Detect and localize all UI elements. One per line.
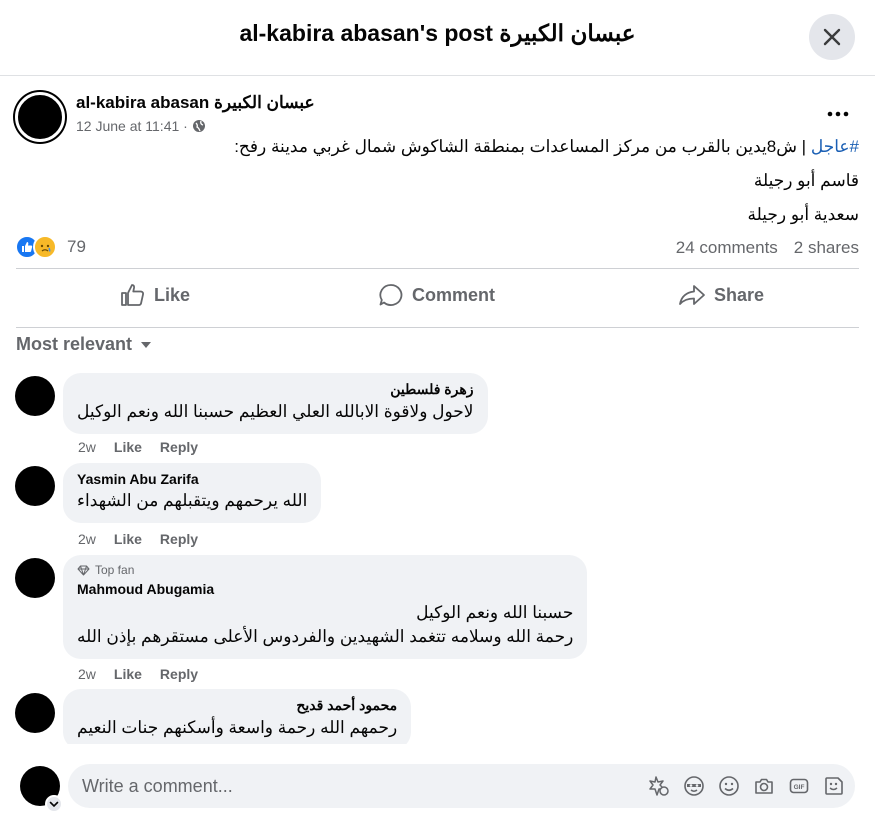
diamond-icon xyxy=(77,565,90,575)
like-button-label: Like xyxy=(154,284,191,305)
comment-button[interactable]: Comment xyxy=(378,280,495,310)
sad-reaction-icon xyxy=(33,235,57,259)
hashtag-link[interactable]: #عاجل xyxy=(811,137,859,156)
comment-sort-dropdown[interactable]: Most relevant xyxy=(16,334,152,355)
divider xyxy=(16,268,859,269)
comment-text: لاحول ولاقوة الابالله العلي العظيم حسبنا… xyxy=(77,402,474,421)
post-author-name[interactable]: al-kabira abasan عبسان الكبيرة xyxy=(76,93,315,113)
more-options-icon xyxy=(827,111,849,117)
comment-like-button[interactable]: Like xyxy=(114,531,142,547)
camera-icon xyxy=(754,778,773,794)
comment-text: الله يرحمهم ويتقبلهم من الشهداء xyxy=(77,491,308,510)
comment-like-button[interactable]: Like xyxy=(114,439,142,455)
chevron-down-icon xyxy=(49,801,59,807)
avatar-face-icon xyxy=(683,775,704,796)
comment-actions: 2w Like Reply xyxy=(78,439,198,455)
caret-down-icon xyxy=(141,341,152,348)
commenter-avatar[interactable] xyxy=(15,558,55,598)
post-name-line: قاسم أبو رجيلة xyxy=(753,171,859,190)
like-button[interactable]: Like xyxy=(120,280,190,310)
top-fan-badge: Top fan xyxy=(77,563,573,577)
dialog-title: al-kabira abasan's post عبسان الكبيرة xyxy=(239,20,636,46)
post-headline-text: | ش8يدين بالقرب من مركز المساعدات بمنطقة… xyxy=(234,137,811,156)
avatar-button[interactable] xyxy=(682,774,705,797)
dialog-header: al-kabira abasan's post عبسان الكبيرة xyxy=(0,0,875,76)
comment-author[interactable]: محمود أحمد قديح xyxy=(77,697,397,714)
globe-icon xyxy=(192,120,205,132)
comment-time[interactable]: 2w xyxy=(78,439,96,455)
emoji-icon xyxy=(718,775,739,796)
comment-composer: GIF xyxy=(68,764,855,808)
comment-bubble-icon xyxy=(379,284,403,306)
comment-bubble: زهرة فلسطين لاحول ولاقوة الابالله العلي … xyxy=(63,373,488,434)
profile-switch-button[interactable] xyxy=(45,795,63,813)
commenter-avatar[interactable] xyxy=(15,466,55,506)
share-arrow-icon xyxy=(679,285,705,305)
sort-label: Most relevant xyxy=(16,334,133,354)
comment-actions: 2w Like Reply xyxy=(78,666,198,682)
post-options-button[interactable] xyxy=(824,100,852,128)
comment-time[interactable]: 2w xyxy=(78,666,96,682)
commenter-avatar[interactable] xyxy=(15,376,55,416)
reaction-count: 79 xyxy=(67,237,86,256)
thumbs-up-icon xyxy=(121,284,144,306)
comment-like-button[interactable]: Like xyxy=(114,666,142,682)
emoji-button[interactable] xyxy=(717,774,740,797)
share-button-label: Share xyxy=(714,284,765,305)
comment-reply-button[interactable]: Reply xyxy=(160,666,198,682)
comment-bubble: محمود أحمد قديح رحمهم الله رحمة واسعة وأ… xyxy=(63,689,412,744)
post-stats: 24 comments 2 shares xyxy=(676,238,859,258)
post-meta: 12 June at 11:41 · xyxy=(76,118,206,134)
close-button[interactable] xyxy=(809,14,855,60)
post-timestamp[interactable]: 12 June at 11:41 · xyxy=(76,118,188,134)
comment-input[interactable] xyxy=(82,764,622,808)
camera-button[interactable] xyxy=(752,774,775,797)
shares-count-link[interactable]: 2 shares xyxy=(794,238,859,258)
post-headline: #عاجل | ش8يدين بالقرب من مركز المساعدات … xyxy=(234,137,859,157)
comments-count-link[interactable]: 24 comments xyxy=(676,238,778,258)
avatar-sticker-icon xyxy=(648,775,669,796)
top-fan-label: Top fan xyxy=(95,563,135,577)
comment-author[interactable]: Yasmin Abu Zarifa xyxy=(77,471,307,487)
sticker-icon xyxy=(824,776,843,795)
comment-reply-button[interactable]: Reply xyxy=(160,439,198,455)
comment-text: رحمة الله وسلامه تتغمد الشهيدين والفردوس… xyxy=(77,627,574,646)
comment-reply-button[interactable]: Reply xyxy=(160,531,198,547)
svg-text:GIF: GIF xyxy=(793,784,804,791)
comment-author[interactable]: Mahmoud Abugamia xyxy=(77,581,573,597)
avatar-sticker-button[interactable] xyxy=(647,774,670,797)
post-author-avatar[interactable] xyxy=(15,92,65,142)
comment-author[interactable]: زهرة فلسطين xyxy=(77,381,473,398)
comment-bubble: Yasmin Abu Zarifa الله يرحمهم ويتقبلهم م… xyxy=(63,463,322,523)
comment-text: رحمهم الله رحمة واسعة وأسكنهم جنات النعي… xyxy=(77,718,398,737)
comment-clip: محمود أحمد قديح رحمهم الله رحمة واسعة وأ… xyxy=(0,688,875,744)
gif-button[interactable]: GIF xyxy=(787,774,810,797)
comment-text: حسبنا الله ونعم الوكيل xyxy=(416,603,574,622)
sticker-button[interactable] xyxy=(822,774,845,797)
share-button[interactable]: Share xyxy=(678,280,764,310)
post-name-line: سعدية أبو رجيلة xyxy=(747,205,860,224)
close-icon xyxy=(823,28,841,46)
comment-time[interactable]: 2w xyxy=(78,531,96,547)
comment-actions: 2w Like Reply xyxy=(78,531,198,547)
comment-bubble: Top fan Mahmoud Abugamia حسبنا الله ونعم… xyxy=(63,555,588,659)
reactions-summary[interactable]: 79 xyxy=(15,235,86,259)
gif-icon: GIF xyxy=(789,778,808,793)
composer-tools: GIF xyxy=(647,774,845,797)
divider xyxy=(16,327,859,328)
comment-button-label: Comment xyxy=(412,284,496,305)
